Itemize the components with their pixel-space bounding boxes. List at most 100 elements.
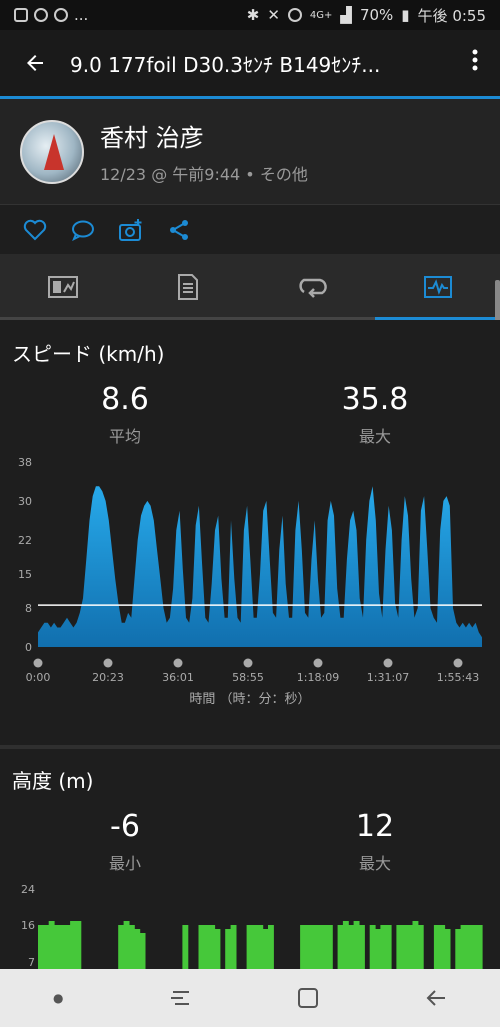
add-photo-button[interactable]: [118, 217, 144, 243]
speed-title: スピード (km/h): [12, 342, 165, 366]
activity-title: 9.0 177foil D30.3ｾﾝﾁ B149ｾﾝﾁ...: [70, 52, 381, 77]
altitude-bar: [43, 925, 50, 969]
altitude-min-value: -6: [110, 809, 140, 844]
altitude-bar: [203, 925, 210, 969]
clock: 午後 0:55: [417, 6, 486, 25]
message-icon: [54, 8, 68, 22]
back-nav-icon[interactable]: [425, 988, 447, 1008]
altitude-bar: [54, 925, 60, 969]
altitude-bar: [466, 925, 472, 969]
charts-icon: [423, 276, 452, 298]
tab-charts[interactable]: [375, 254, 500, 320]
y-tick-label: 22: [18, 534, 32, 547]
altitude-bar: [310, 925, 317, 969]
user-name[interactable]: 香村 治彦: [100, 118, 308, 153]
altitude-bar: [123, 921, 130, 969]
x-tick-dot: [243, 658, 253, 668]
speed-avg: 8.6 平均: [55, 382, 195, 447]
altitude-bar: [337, 925, 344, 969]
speed-xlabel: 時間 （時：分：秒）: [189, 692, 311, 707]
y-tick-label: 8: [25, 602, 32, 615]
altitude-bar: [70, 921, 76, 969]
tab-overview[interactable]: [0, 254, 125, 320]
altitude-bar: [439, 925, 446, 969]
x-tick-dot: [313, 658, 323, 668]
altitude-bar: [252, 925, 258, 969]
battery-icon: ▮: [401, 6, 410, 24]
sync-icon: [34, 8, 48, 22]
altitude-bar: [342, 921, 349, 969]
altitude-bar: [139, 933, 146, 969]
altitude-bar: [369, 925, 376, 969]
altitude-bar: [75, 921, 82, 969]
avatar[interactable]: [20, 119, 84, 184]
altitude-bar: [353, 921, 360, 969]
altitude-section: 高度 (m) -6 最小 12 最大 7 16 24: [0, 749, 500, 969]
speed-max-value: 35.8: [341, 382, 409, 417]
altitude-bar: [316, 925, 323, 969]
altitude-bar: [417, 925, 424, 969]
altitude-bar: [262, 929, 269, 969]
nav-dot-icon[interactable]: ●: [53, 991, 63, 1005]
tab-laps[interactable]: [250, 254, 375, 320]
y-tick-label: 16: [21, 919, 35, 932]
altitude-bar: [375, 929, 381, 969]
x-tick-dot: [173, 658, 183, 668]
altitude-bar: [268, 925, 274, 969]
mute-icon: ✕: [267, 6, 280, 24]
y-tick-label: 30: [18, 495, 32, 508]
x-tick-label: 0:00: [26, 671, 51, 684]
like-button[interactable]: [22, 217, 48, 243]
altitude-bar: [128, 925, 135, 969]
altitude-bar: [59, 925, 66, 969]
altitude-bar: [300, 925, 306, 969]
y-tick-label: 7: [28, 956, 35, 969]
overview-icon: [47, 276, 78, 298]
speed-max: 35.8 最大: [305, 382, 445, 447]
add-photo-icon: [119, 218, 142, 241]
altitude-chart[interactable]: 7 16 24: [0, 879, 500, 969]
x-tick-label: 1:18:09: [297, 671, 339, 684]
recent-apps-icon[interactable]: [169, 988, 191, 1008]
comment-button[interactable]: [70, 217, 96, 243]
home-icon[interactable]: [297, 987, 319, 1009]
altitude-max-value: 12: [355, 809, 395, 844]
arrow-left-icon: [27, 55, 43, 71]
altitude-bar: [321, 925, 328, 969]
altitude-bar: [401, 925, 408, 969]
comment-icon: [72, 220, 94, 241]
altitude-bar: [209, 925, 216, 969]
altitude-min: -6 最小: [55, 809, 195, 874]
altitude-bar: [348, 925, 355, 969]
status-more: ...: [74, 6, 89, 24]
y-tick-label: 24: [21, 883, 35, 896]
x-tick-label: 20:23: [92, 671, 124, 684]
altitude-bar: [230, 925, 237, 969]
app-bar: 9.0 177foil D30.3ｾﾝﾁ B149ｾﾝﾁ...: [0, 30, 500, 96]
back-button[interactable]: [0, 51, 70, 75]
y-tick-label: 15: [18, 568, 32, 581]
battery-level: 70%: [359, 6, 394, 24]
speed-section: スピード (km/h) 8.6 平均 35.8 最大 0 8 15 22 30 38 0:0…: [0, 320, 500, 745]
overflow-menu-button[interactable]: [450, 49, 500, 77]
tab-details[interactable]: [125, 254, 250, 320]
altitude-min-label: 最小: [108, 854, 141, 873]
altitude-bar: [380, 925, 387, 969]
altitude-bar: [412, 921, 419, 969]
altitude-bar: [471, 925, 478, 969]
y-tick-label: 38: [18, 456, 32, 469]
altitude-bar: [385, 925, 392, 969]
image-icon: [14, 8, 28, 22]
network-type: 4G+: [309, 9, 333, 21]
details-icon: [177, 274, 198, 300]
laps-icon: [298, 278, 327, 298]
altitude-bar: [326, 925, 333, 969]
altitude-bar: [225, 929, 232, 969]
share-button[interactable]: [166, 217, 192, 243]
altitude-bar: [407, 925, 413, 969]
x-tick-label: 36:01: [162, 671, 194, 684]
bluetooth-icon: ✱: [246, 6, 260, 24]
y-tick-label: 0: [25, 641, 32, 654]
altitude-title: 高度 (m): [12, 769, 94, 793]
system-nav-bar: ●: [0, 969, 500, 1027]
